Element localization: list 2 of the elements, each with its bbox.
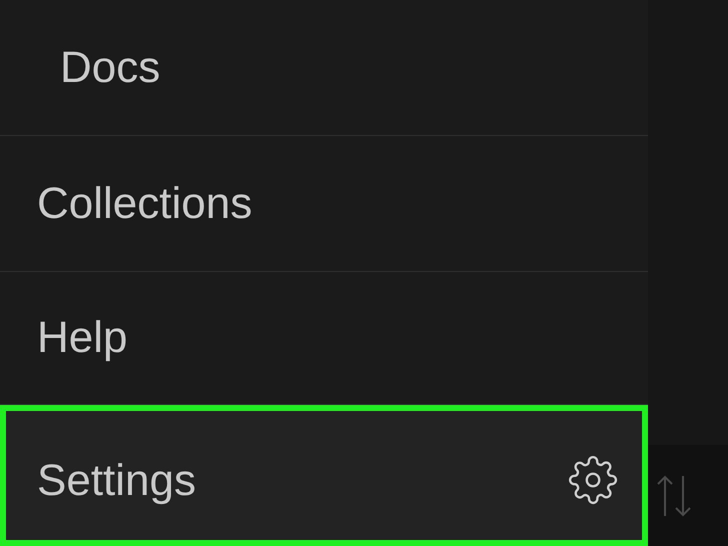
sort-icon[interactable] <box>656 474 692 518</box>
highlighted-menu-item[interactable]: Settings <box>0 405 648 546</box>
